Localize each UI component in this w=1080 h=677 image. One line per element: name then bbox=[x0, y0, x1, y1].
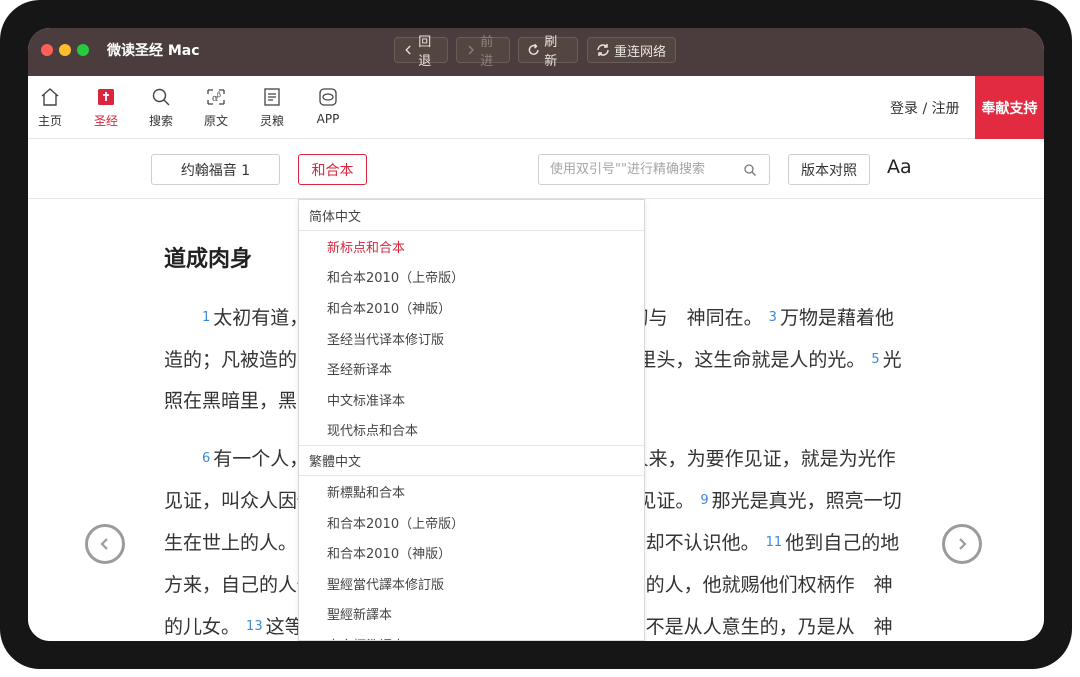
font-size-button[interactable]: Aa bbox=[887, 156, 912, 178]
refresh-button[interactable]: 刷新 bbox=[518, 35, 578, 69]
device-frame: 微读圣经 Mac 回退 前进 刷新 重连网络 主页 圣经 搜索 α β 原文 灵… bbox=[0, 0, 1072, 669]
chevron-left-icon bbox=[405, 45, 411, 55]
chevron-left-icon bbox=[100, 538, 108, 550]
version-option[interactable]: 圣经当代译本修订版 bbox=[299, 323, 644, 354]
zoom-window-button[interactable] bbox=[77, 44, 89, 56]
search-icon bbox=[152, 88, 170, 106]
forward-label: 前进 bbox=[480, 35, 494, 69]
dropdown-group-traditional: 繁體中文 bbox=[299, 445, 644, 477]
donate-button[interactable]: 奉献支持 bbox=[975, 76, 1044, 139]
nav-devotional[interactable]: 灵粮 bbox=[252, 86, 292, 129]
app-title: 微读圣经 Mac bbox=[107, 43, 200, 59]
svg-text:β: β bbox=[217, 91, 221, 99]
nav-app-label: APP bbox=[316, 112, 340, 126]
verse-number[interactable]: 11 bbox=[766, 535, 783, 550]
version-option[interactable]: 新标点和合本 bbox=[299, 231, 644, 262]
version-option[interactable]: 和合本2010（上帝版） bbox=[299, 262, 644, 293]
version-option[interactable]: 现代标点和合本 bbox=[299, 415, 644, 446]
close-window-button[interactable] bbox=[41, 44, 53, 56]
next-chapter-button[interactable] bbox=[942, 524, 982, 564]
nav-home[interactable]: 主页 bbox=[30, 86, 70, 129]
version-option[interactable]: 中文標準譯本 bbox=[299, 629, 644, 640]
verse-number[interactable]: 3 bbox=[769, 310, 777, 325]
chevron-right-icon bbox=[468, 45, 474, 55]
title-bar: 微读圣经 Mac 回退 前进 刷新 重连网络 bbox=[28, 28, 1044, 76]
bible-icon bbox=[98, 89, 114, 105]
login-register-link[interactable]: 登录 / 注册 bbox=[890, 98, 960, 118]
nav-search[interactable]: 搜索 bbox=[141, 86, 181, 129]
search-input[interactable] bbox=[539, 155, 739, 184]
refresh-icon bbox=[528, 43, 539, 55]
reconnect-label: 重连网络 bbox=[614, 44, 667, 60]
reconnect-icon bbox=[597, 44, 609, 56]
version-option[interactable]: 圣经新译本 bbox=[299, 353, 644, 384]
previous-chapter-button[interactable] bbox=[85, 524, 125, 564]
chapter-heading: 道成肉身 bbox=[164, 247, 253, 272]
app-window: 微读圣经 Mac 回退 前进 刷新 重连网络 主页 圣经 搜索 α β 原文 灵… bbox=[28, 28, 1044, 641]
back-label: 回退 bbox=[418, 35, 432, 69]
nav-search-label: 搜索 bbox=[148, 114, 173, 128]
search-icon[interactable] bbox=[743, 163, 757, 177]
nav-bible-label: 圣经 bbox=[93, 114, 118, 128]
nav-devotional-label: 灵粮 bbox=[259, 114, 284, 128]
verse-number[interactable]: 13 bbox=[246, 619, 263, 634]
nav-original-label: 原文 bbox=[203, 114, 228, 128]
reader-toolbar: 约翰福音 1 和合本 版本对照 Aa bbox=[28, 139, 1044, 199]
back-button[interactable]: 回退 bbox=[394, 35, 448, 69]
nav-bible[interactable]: 圣经 bbox=[86, 86, 126, 129]
version-option[interactable]: 聖經新譯本 bbox=[299, 599, 644, 630]
version-dropdown: 简体中文 新标点和合本 和合本2010（上帝版） 和合本2010（神版） 圣经当代译本… bbox=[298, 199, 645, 641]
chevron-right-icon bbox=[959, 538, 967, 550]
version-option[interactable]: 聖經當代譯本修訂版 bbox=[299, 568, 644, 599]
reconnect-button[interactable]: 重连网络 bbox=[587, 37, 676, 63]
version-compare-button[interactable]: 版本对照 bbox=[788, 154, 870, 185]
nav-home-label: 主页 bbox=[37, 114, 62, 128]
top-navigation: 主页 圣经 搜索 αβ 原文 灵粮 APP 登录 / 注册 奉献支持 bbox=[28, 76, 1044, 139]
forward-button[interactable]: 前进 bbox=[456, 35, 510, 69]
search-box bbox=[538, 154, 770, 185]
verse-number[interactable]: 6 bbox=[202, 451, 210, 466]
version-option[interactable]: 中文标准译本 bbox=[299, 384, 644, 415]
version-option[interactable]: 和合本2010（神版） bbox=[299, 537, 644, 568]
version-option[interactable]: 和合本2010（上帝版） bbox=[299, 507, 644, 538]
book-chapter-selector[interactable]: 约翰福音 1 bbox=[151, 154, 280, 185]
verse-number[interactable]: 9 bbox=[700, 493, 708, 508]
original-text-icon: αβ bbox=[207, 89, 225, 105]
minimize-window-button[interactable] bbox=[59, 44, 71, 56]
refresh-label: 刷新 bbox=[544, 35, 558, 69]
nav-original[interactable]: αβ 原文 bbox=[196, 86, 236, 129]
verse-number[interactable]: 1 bbox=[202, 310, 210, 325]
version-option[interactable]: 新標點和合本 bbox=[299, 476, 644, 507]
nav-app[interactable]: APP bbox=[308, 86, 348, 126]
version-option[interactable]: 和合本2010（神版） bbox=[299, 292, 644, 323]
dropdown-group-simplified: 简体中文 bbox=[299, 200, 644, 231]
app-icon bbox=[319, 88, 337, 106]
version-selector[interactable]: 和合本 bbox=[298, 154, 367, 185]
document-icon bbox=[264, 88, 280, 106]
verse-number[interactable]: 5 bbox=[871, 352, 879, 367]
home-icon bbox=[41, 88, 59, 106]
